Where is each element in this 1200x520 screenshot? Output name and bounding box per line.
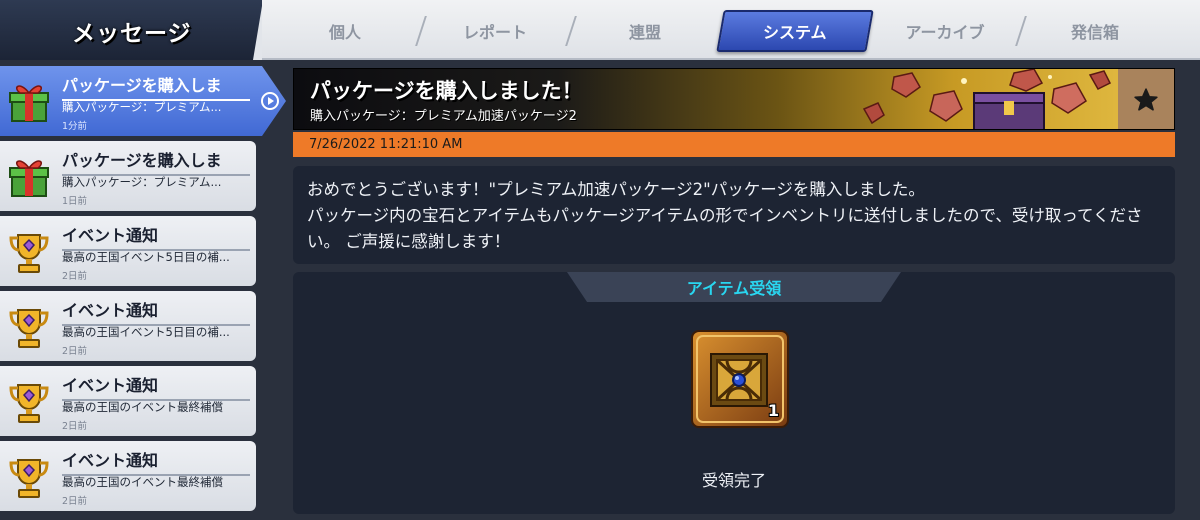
- tab-system-label: システム: [763, 23, 827, 42]
- message-time: 1分前: [62, 121, 88, 132]
- reward-header: アイテム受領: [567, 272, 901, 302]
- page-title: メッセージ: [72, 21, 192, 47]
- message-subtitle: 最高の王国イベント5日目の補...: [62, 325, 230, 339]
- message-banner: パッケージを購入しました！ 購入パッケージ：プレミアム加速パッケージ2: [293, 68, 1175, 130]
- claimed-status: 受領完了: [701, 471, 766, 490]
- tab-bar: 個人 レポート 連盟 システム アーカイブ 発信箱: [262, 0, 1200, 60]
- message-subtitle: 最高の王国のイベント最終補償: [62, 475, 223, 489]
- message-list: パッケージを購入しま 購入パッケージ：プレミアム... 1分前 パッケージを購入…: [0, 60, 290, 520]
- message-subtitle: 最高の王国のイベント最終補償: [62, 400, 223, 414]
- reward-item[interactable]: 1: [691, 330, 789, 428]
- message-title: イベント通知: [62, 297, 250, 326]
- message-list-item[interactable]: イベント通知 最高の王国のイベント最終補償 2日前: [0, 441, 256, 511]
- tab-report[interactable]: レポート: [420, 10, 570, 52]
- message-body-line: おめでとうございます！"プレミアム加速パッケージ2"パッケージを購入しました。: [307, 180, 925, 199]
- gift-box-icon: [9, 160, 49, 197]
- message-detail-title: パッケージを購入しました！: [310, 79, 583, 103]
- message-time: 2日前: [62, 271, 88, 282]
- message-list-item[interactable]: イベント通知 最高の王国のイベント最終補償 2日前: [0, 366, 256, 436]
- tab-outbox[interactable]: 発信箱: [1020, 10, 1170, 52]
- message-list-item[interactable]: パッケージを購入しま 購入パッケージ：プレミアム... 1分前: [0, 66, 286, 136]
- message-time: 1日前: [62, 196, 88, 207]
- message-title: イベント通知: [62, 222, 250, 251]
- tab-archive[interactable]: アーカイブ: [870, 10, 1020, 52]
- message-time: 2日前: [62, 421, 88, 432]
- message-date: 7/26/2022 11:21:10 AM: [293, 132, 1175, 157]
- message-subtitle: 最高の王国イベント5日目の補...: [62, 250, 230, 264]
- trophy-icon: [9, 309, 49, 348]
- tab-personal[interactable]: 個人: [270, 10, 420, 52]
- message-detail-subtitle: 購入パッケージ：プレミアム加速パッケージ2: [310, 109, 577, 124]
- message-list-item[interactable]: パッケージを購入しま 購入パッケージ：プレミアム... 1日前: [0, 141, 256, 211]
- message-list-item[interactable]: イベント通知 最高の王国イベント5日目の補... 2日前: [0, 216, 256, 286]
- message-time: 2日前: [62, 496, 88, 507]
- tab-system[interactable]: システム: [716, 10, 874, 52]
- message-title: パッケージを購入しま: [62, 72, 250, 101]
- play-arrow-icon: [261, 92, 279, 110]
- message-title: パッケージを購入しま: [62, 147, 250, 176]
- reward-panel: アイテム受領 1 受領完了: [293, 272, 1175, 514]
- message-body-line: パッケージ内の宝石とアイテムもパッケージアイテムの形でインベントリに送付しました…: [307, 206, 1143, 251]
- message-list-item[interactable]: イベント通知 最高の王国イベント5日目の補... 2日前: [0, 291, 256, 361]
- trophy-icon: [9, 234, 49, 273]
- reward-quantity: 1: [767, 401, 779, 420]
- message-subtitle: 購入パッケージ：プレミアム...: [62, 175, 222, 189]
- favorite-star-button[interactable]: [1118, 69, 1174, 129]
- message-time: 2日前: [62, 346, 88, 357]
- trophy-icon: [9, 384, 49, 423]
- trophy-icon: [9, 459, 49, 498]
- message-header: メッセージ: [0, 0, 262, 60]
- star-icon: [1134, 88, 1158, 111]
- gift-box-icon: [9, 85, 49, 122]
- message-title: イベント通知: [62, 447, 250, 476]
- message-title: イベント通知: [62, 372, 250, 401]
- message-subtitle: 購入パッケージ：プレミアム...: [62, 100, 222, 114]
- tab-alliance[interactable]: 連盟: [570, 10, 720, 52]
- message-body: おめでとうございます！"プレミアム加速パッケージ2"パッケージを購入しました。 …: [293, 166, 1175, 264]
